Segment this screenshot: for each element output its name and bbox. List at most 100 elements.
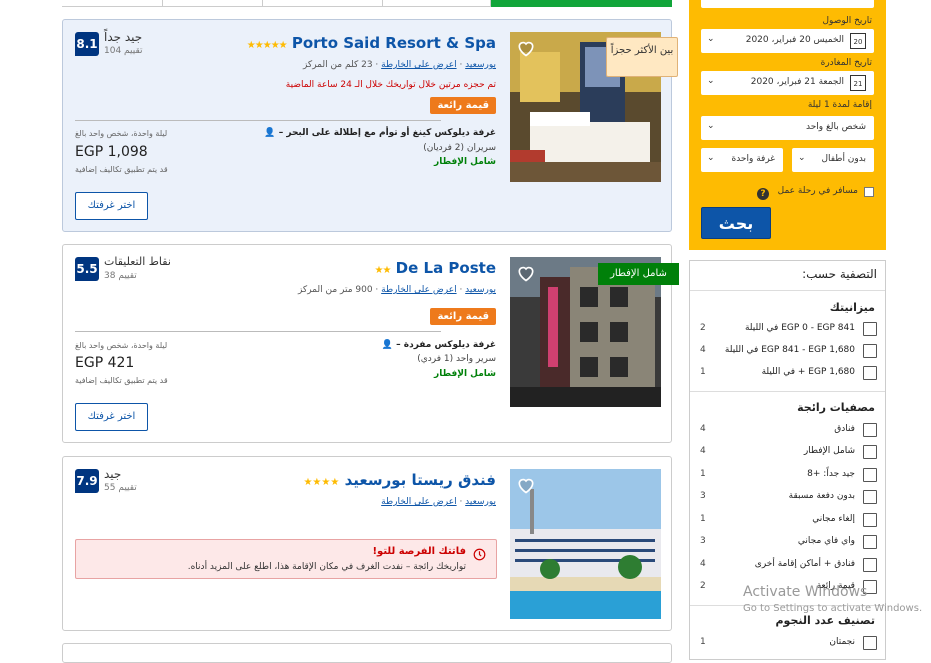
choose-room-button[interactable]: اختر غرفتك [75, 403, 148, 431]
filter-option[interactable]: شامل الإفطار 4 [690, 444, 887, 462]
checkbox[interactable] [863, 468, 877, 482]
checkout-select[interactable]: 21 الجمعة 21 فبراير، 2020 ⌄ [701, 71, 874, 95]
filter-option[interactable]: نجمتان 1 [690, 635, 887, 653]
city-link[interactable]: بورسعيد [465, 60, 496, 70]
filter-label: واي فاي مجاني [797, 536, 855, 546]
filter-option[interactable]: واي فاي مجاني 3 [690, 534, 887, 552]
review-score: 8.1 [75, 32, 99, 56]
booked-note: تم حجزه مرتين خلال تواريخك خلال الـ 24 س… [285, 80, 496, 90]
tab-active[interactable] [490, 0, 672, 7]
rooms-value: غرفة واحدة [731, 154, 775, 164]
filter-count: 1 [700, 637, 706, 647]
search-button[interactable]: بحث [701, 207, 771, 239]
checkin-label: تاريخ الوصول [822, 16, 873, 26]
chevron-down-icon: ⌄ [798, 153, 806, 163]
heart-icon[interactable] [516, 263, 536, 283]
price-note: ليلة واحدة، شخص واحد بالغ [75, 341, 168, 350]
price-note: ليلة واحدة، شخص واحد بالغ [75, 129, 168, 138]
extra-charges: قد يتم تطبيق تكاليف إضافية [75, 376, 168, 385]
distance: 900 متر من المركز [297, 285, 373, 295]
breakfast-note: شامل الإفطار [434, 157, 496, 167]
filter-count: 2 [700, 323, 706, 333]
score-label: جيد [104, 467, 122, 481]
work-trip-checkbox[interactable] [864, 187, 874, 197]
filter-label: بدون دفعة مسبقة [788, 491, 855, 501]
alert-text: تواريخك رائجة – نفدت الغرف في مكان الإقا… [187, 562, 466, 572]
filter-count: 4 [700, 446, 706, 456]
star-rating: ★★★★ [303, 477, 340, 488]
review-count: 55 تقييم [104, 483, 137, 493]
hotel-name[interactable]: فندق ريستا بورسعيد [345, 471, 496, 489]
city-link[interactable]: بورسعيد [465, 497, 496, 507]
filter-option[interactable]: EGP 0 - EGP 841 في الليلة 2 [690, 321, 887, 339]
hotel-card[interactable]: 7.9 جيد 55 تقييم فندق ريستا بورسعيد ★★★★… [62, 456, 672, 631]
divider [75, 331, 441, 332]
filter-count: 4 [700, 345, 706, 355]
adults-select[interactable]: شخص بالغ واحد ⌄ [701, 116, 874, 140]
extra-charges: قد يتم تطبيق تكاليف إضافية [75, 165, 168, 174]
filter-count: 1 [700, 514, 706, 524]
star-rating: ★★ [374, 265, 392, 276]
filter-option[interactable]: بدون دفعة مسبقة 3 [690, 489, 887, 507]
person-icon: 👤 [264, 128, 276, 138]
breakfast-note: شامل الإفطار [434, 369, 496, 379]
hotel-photo[interactable] [510, 469, 661, 619]
checkin-value: الخميس 20 فبراير، 2020 [745, 35, 844, 45]
help-icon[interactable]: ? [757, 188, 769, 200]
map-link[interactable]: اعرض على الخارطة [381, 285, 456, 295]
hotel-card[interactable]: شامل الإفطار 5.5 نقاط التعليقات 38 تقييم… [62, 244, 679, 443]
room-name: غرفة ديلوكس كينغ أو توأم مع إطلالة على ا… [286, 128, 496, 138]
checkbox[interactable] [863, 558, 877, 572]
checkbox[interactable] [863, 513, 877, 527]
checkbox[interactable] [863, 490, 877, 504]
filter-count: 2 [700, 581, 706, 591]
tab-divider [382, 0, 383, 7]
review-score: 7.9 [75, 469, 99, 493]
filter-count: 3 [700, 536, 706, 546]
star-rating: ★★★★★ [246, 40, 288, 51]
children-value: بدون أطفال [821, 154, 866, 164]
heart-icon[interactable] [516, 38, 536, 58]
hotel-card[interactable]: بين الأكثر حجزاً 8.1 جيد جداً 104 تقييم … [62, 19, 678, 232]
top-tabs [62, 0, 672, 7]
filter-option[interactable]: إلغاء مجاني 1 [690, 512, 887, 530]
choose-room-button[interactable]: اختر غرفتك [75, 192, 148, 220]
stars-title: تصنيف عدد النجوم [775, 614, 876, 627]
filter-label: EGP 841 - EGP 1,680 في الليلة [724, 345, 855, 355]
checkbox[interactable] [863, 366, 877, 380]
budget-title: ميزانيتك [829, 301, 875, 314]
checkbox[interactable] [863, 535, 877, 549]
hotel-name[interactable]: Porto Said Resort & Spa [292, 34, 496, 52]
filter-option[interactable]: فنادق 4 [690, 422, 887, 440]
checkin-select[interactable]: 20 الخميس 20 فبراير، 2020 ⌄ [701, 29, 874, 53]
score-label: نقاط التعليقات [104, 255, 171, 268]
filter-option[interactable]: جيد جداً: +8 1 [690, 467, 887, 485]
checkbox[interactable] [863, 445, 877, 459]
hotel-name-row: ★★ De La Poste [375, 259, 497, 277]
rooms-select[interactable]: غرفة واحدة ⌄ [701, 148, 783, 172]
sold-out-alert: فاتتك الفرصة للتو! تواريخك رائجة – نفدت … [75, 539, 497, 579]
checkbox[interactable] [863, 322, 877, 336]
children-select[interactable]: بدون أطفال ⌄ [792, 148, 874, 172]
map-link[interactable]: اعرض على الخارطة [381, 497, 456, 507]
heart-icon[interactable] [516, 475, 536, 495]
filter-count: 4 [700, 424, 706, 434]
city-link[interactable]: بورسعيد [465, 285, 496, 295]
hotel-name[interactable]: De La Poste [396, 259, 496, 277]
checkout-label: تاريخ المغادرة [820, 58, 872, 68]
map-link[interactable]: اعرض على الخارطة [381, 60, 456, 70]
checkbox[interactable] [863, 344, 877, 358]
filter-option[interactable]: EGP 1,680 + في الليلة 1 [690, 365, 887, 383]
filter-option[interactable]: فنادق + أماكن إقامة أخرى 4 [690, 557, 887, 575]
filter-count: 4 [700, 559, 706, 569]
room-type: غرفة ديلوكس مفردة – 👤 [381, 340, 496, 350]
stay-length: إقامة لمدة 1 ليلة [807, 100, 872, 110]
filter-label: نجمتان [829, 637, 855, 647]
chevron-down-icon: ⌄ [707, 153, 715, 163]
checkbox[interactable] [863, 636, 877, 650]
adults-value: شخص بالغ واحد [805, 122, 866, 132]
hotel-card[interactable] [62, 643, 672, 663]
filter-option[interactable]: EGP 841 - EGP 1,680 في الليلة 4 [690, 343, 887, 361]
checkbox[interactable] [863, 423, 877, 437]
destination-field[interactable] [701, 0, 874, 8]
